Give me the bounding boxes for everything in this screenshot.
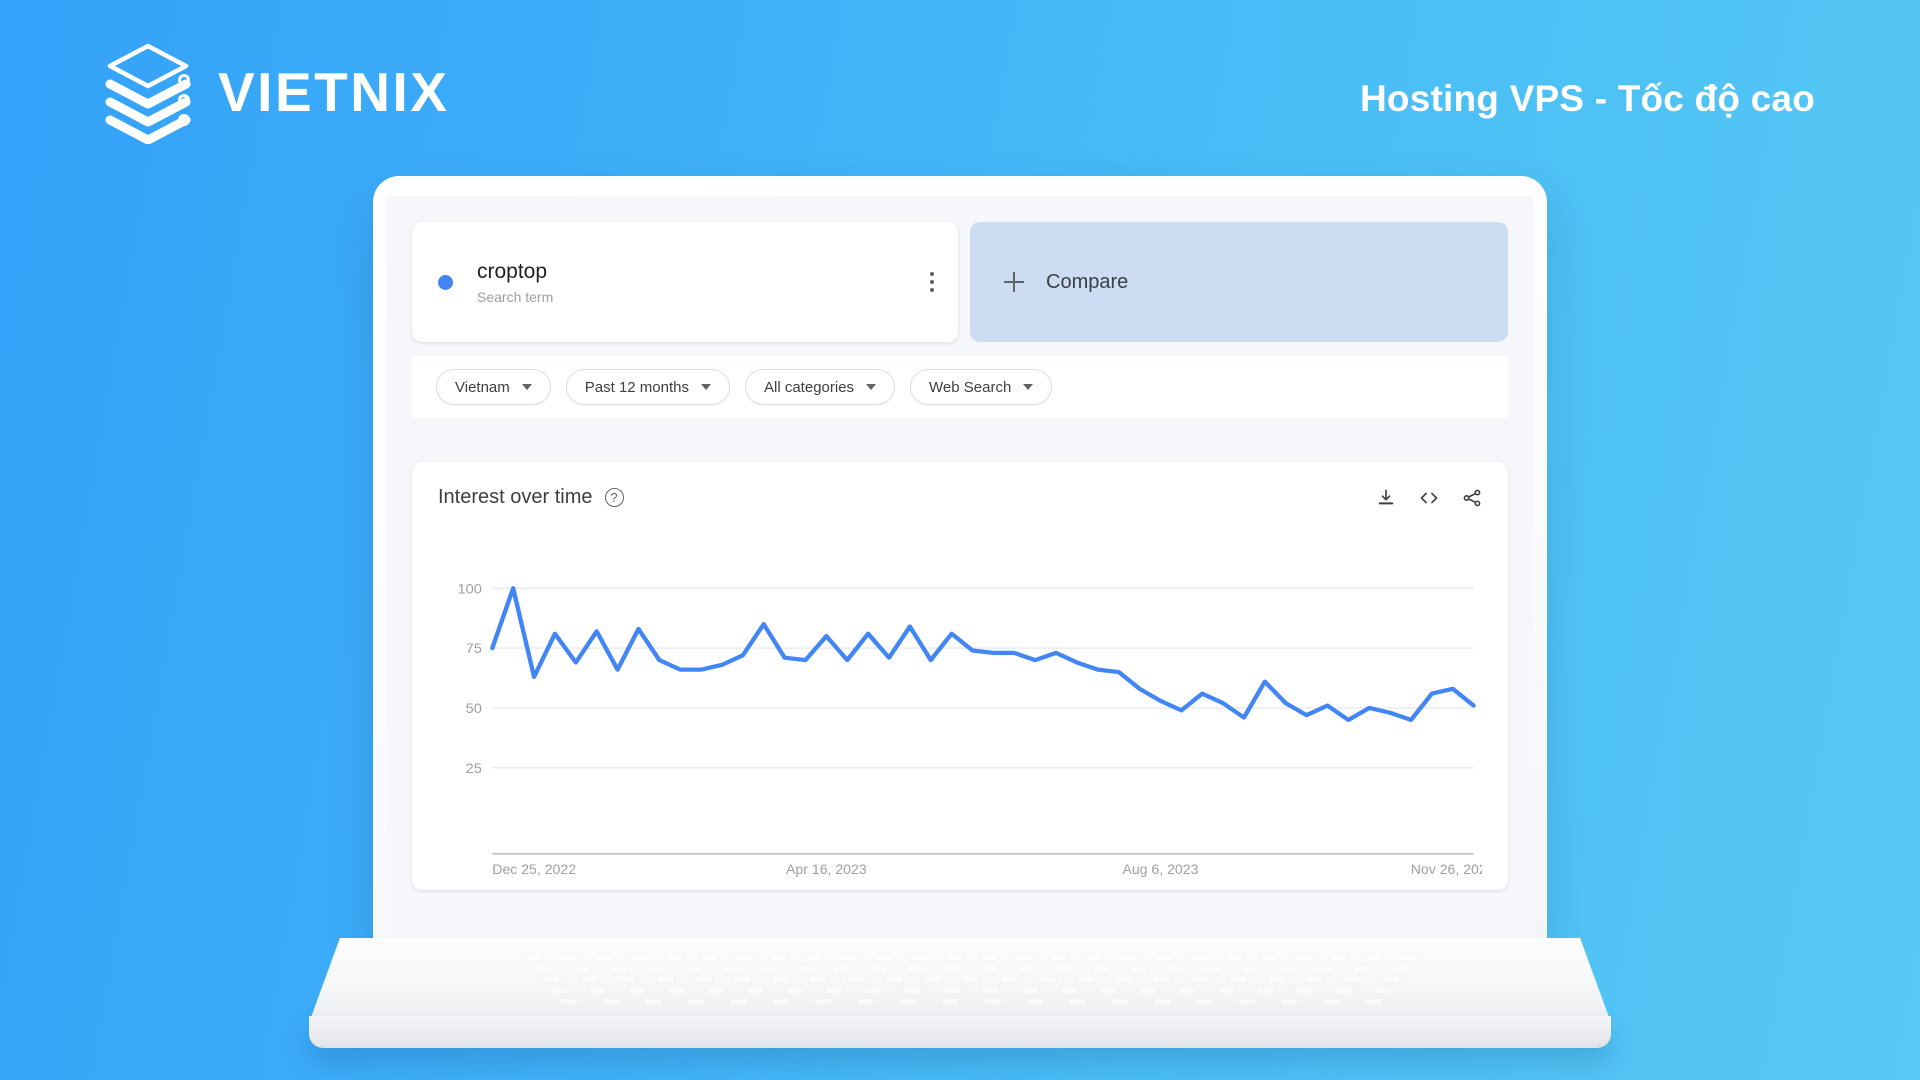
chevron-down-icon	[1023, 384, 1034, 390]
interest-over-time-plot: 25 50 75 100 Dec 25, 2022 Apr 16, 2023 Aug 6, …	[438, 548, 1482, 880]
filter-bar: Vietnam Past 12 months All categories We…	[412, 356, 1508, 418]
y-axis-tick-label: 25	[466, 761, 482, 777]
laptop-base-front	[309, 1016, 1611, 1048]
filter-time-range-label: Past 12 months	[584, 378, 689, 396]
filter-category-label: All categories	[764, 378, 855, 396]
laptop-base	[0, 938, 1920, 1068]
interest-over-time-card: Interest over time ? 25 50 75 100 Dec 25…	[412, 462, 1508, 890]
filter-search-type[interactable]: Web Search	[910, 369, 1053, 405]
filter-search-type-label: Web Search	[929, 378, 1012, 396]
search-term-subtitle: Search term	[477, 289, 554, 306]
y-axis-tick-label: 75	[466, 641, 482, 657]
filter-location[interactable]: Vietnam	[436, 369, 551, 405]
x-axis-tick-label: Nov 26, 2023	[1411, 861, 1482, 877]
x-axis-tick-label: Apr 16, 2023	[786, 861, 867, 877]
chevron-down-icon	[521, 384, 532, 390]
trends-query-row: croptop Search term Compare	[386, 196, 1534, 342]
laptop-mockup: croptop Search term Compare Vietnam Past…	[0, 0, 1920, 1080]
line-chart-svg: 25 50 75 100 Dec 25, 2022 Apr 16, 2023 Aug 6, …	[457, 581, 1482, 877]
embed-code-icon[interactable]	[1418, 488, 1440, 508]
page-background: VIETNIX Hosting VPS - Tốc độ cao croptop…	[0, 0, 1920, 1080]
search-term-title: croptop	[477, 259, 548, 283]
series-color-dot	[438, 274, 453, 290]
search-term-card[interactable]: croptop Search term	[412, 222, 958, 342]
download-icon[interactable]	[1376, 488, 1396, 508]
chart-title: Interest over time	[438, 486, 593, 508]
x-axis-tick-label: Dec 25, 2022	[492, 861, 576, 877]
chart-title-group: Interest over time ?	[438, 486, 624, 509]
x-axis-tick-label: Aug 6, 2023	[1122, 861, 1198, 877]
laptop-deck	[310, 938, 1610, 1020]
y-axis-tick-label: 100	[457, 581, 481, 597]
y-axis-tick-label: 50	[466, 701, 482, 717]
search-term-text: croptop Search term	[477, 259, 553, 305]
filter-time-range[interactable]: Past 12 months	[565, 369, 730, 405]
kebab-menu-icon[interactable]	[930, 272, 934, 292]
filter-category[interactable]: All categories	[745, 369, 896, 405]
chevron-down-icon	[866, 384, 877, 390]
chart-header: Interest over time ?	[438, 486, 1482, 509]
compare-label: Compare	[1046, 270, 1129, 293]
keyboard-icon	[524, 953, 1419, 1006]
chevron-down-icon	[701, 384, 711, 390]
question-mark-circle-icon[interactable]: ?	[604, 488, 624, 507]
share-icon[interactable]	[1462, 488, 1482, 508]
data-series-line	[490, 586, 1476, 723]
plus-icon	[1004, 272, 1024, 292]
chart-action-group	[1376, 488, 1482, 508]
laptop-screen: croptop Search term Compare Vietnam Past…	[386, 196, 1534, 942]
filter-location-label: Vietnam	[455, 378, 510, 396]
compare-button[interactable]: Compare	[970, 222, 1508, 342]
